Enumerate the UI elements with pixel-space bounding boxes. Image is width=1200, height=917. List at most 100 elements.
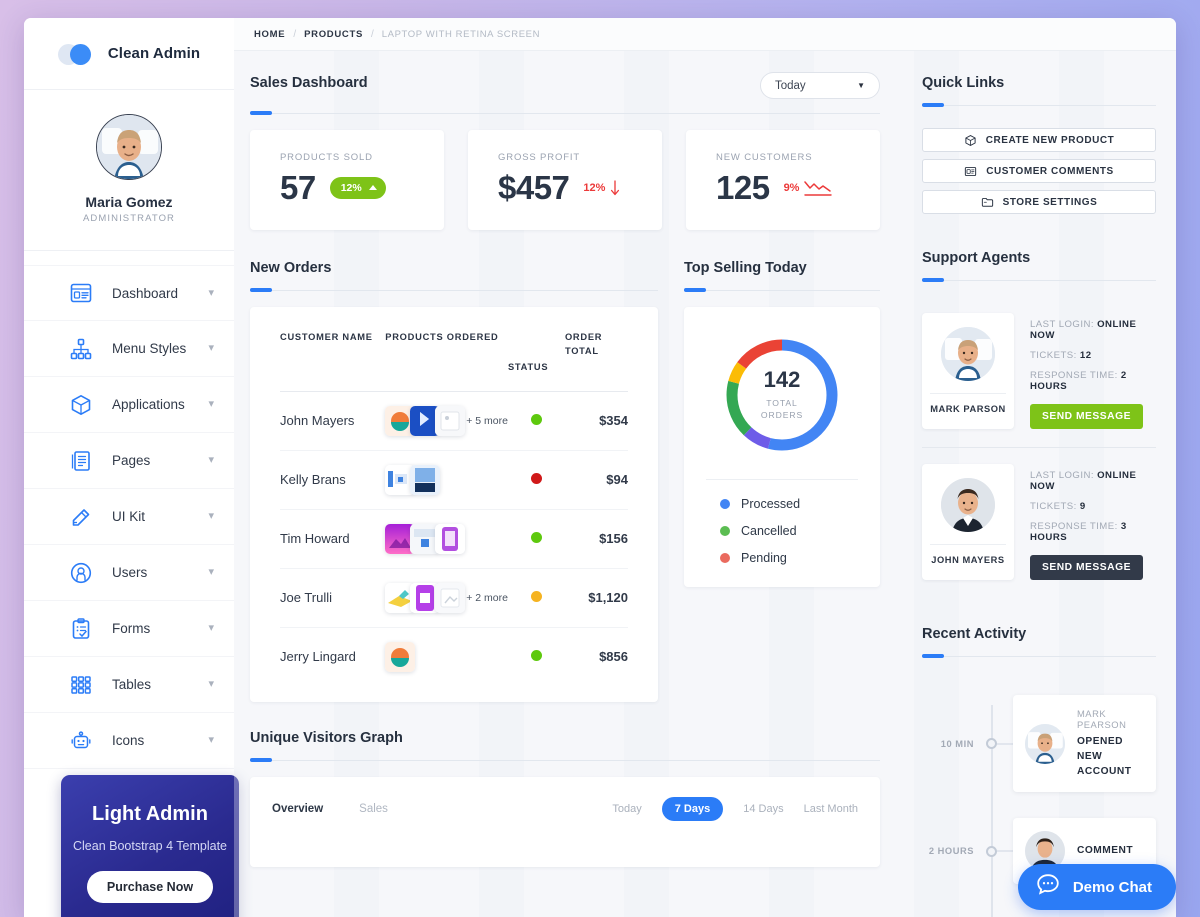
tab-last-month[interactable]: Last Month	[804, 803, 858, 815]
activity-item[interactable]: 10 MIN	[922, 695, 1156, 792]
button-label: CUSTOMER COMMENTS	[986, 166, 1114, 177]
legend-item-cancelled: Cancelled	[702, 524, 862, 538]
section-title: New Orders	[250, 260, 658, 276]
divider	[706, 479, 858, 480]
product-thumb-icon	[435, 583, 465, 613]
tab-today[interactable]: Today	[612, 803, 641, 815]
purchase-now-button[interactable]: Purchase Now	[87, 871, 213, 903]
product-thumb-icon	[385, 642, 415, 672]
user-profile: Maria Gomez ADMINISTRATOR	[24, 90, 234, 251]
brand-name: Clean Admin	[108, 45, 200, 62]
promo-title: Light Admin	[61, 803, 239, 826]
chevron-down-icon[interactable]: ▾	[208, 679, 214, 690]
breadcrumb-item-products[interactable]: PRODUCTS	[304, 29, 363, 40]
section-title: Recent Activity	[922, 626, 1156, 642]
dashboard-icon	[68, 280, 94, 306]
grid-icon	[68, 672, 94, 698]
chevron-down-icon[interactable]: ▾	[208, 399, 214, 410]
sidebar-nav: Dashboard ▾ Menu Styles ▾	[24, 251, 234, 769]
activity-time: 10 MIN	[922, 739, 974, 749]
unique-visitors-section: Unique Visitors Graph Overview Sales Tod…	[250, 730, 880, 867]
cell-customer-name: Joe Trulli	[280, 568, 385, 627]
send-message-button[interactable]: SEND MESSAGE	[1030, 404, 1143, 429]
chevron-down-icon[interactable]: ▾	[208, 455, 214, 466]
agent-last-login: LAST LOGIN: ONLINE NOW	[1030, 470, 1156, 492]
sidebar-item-users[interactable]: Users ▾	[24, 545, 234, 601]
orders-table: CUSTOMER NAME PRODUCTS ORDERED STATUS OR…	[280, 331, 628, 686]
kpi-delta-text: 12%	[583, 182, 605, 194]
sidebar-item-icons[interactable]: Icons ▾	[24, 713, 234, 769]
chevron-down-icon[interactable]: ▾	[208, 735, 214, 746]
breadcrumb-item-current: LAPTOP WITH RETINA SCREEN	[382, 29, 540, 40]
chevron-down-icon[interactable]: ▾	[208, 567, 214, 578]
sidebar-item-label: Pages	[112, 453, 208, 468]
table-row[interactable]: Tim Howard	[280, 509, 628, 568]
product-thumb-icon	[435, 524, 465, 554]
user-circle-icon	[68, 560, 94, 586]
timeline-connector	[997, 850, 1013, 852]
avatar	[941, 478, 995, 532]
tab-7-days[interactable]: 7 Days	[662, 797, 723, 821]
sidebar-item-pages[interactable]: Pages ▾	[24, 433, 234, 489]
box-icon	[964, 134, 977, 147]
brand[interactable]: Clean Admin	[24, 18, 234, 90]
activity-time: 2 HOURS	[922, 846, 974, 856]
table-row[interactable]: Joe Trulli	[280, 568, 628, 627]
customer-comments-button[interactable]: CUSTOMER COMMENTS	[922, 159, 1156, 183]
sidebar-item-forms[interactable]: Forms ▾	[24, 601, 234, 657]
sidebar-item-label: Applications	[112, 397, 208, 412]
create-new-product-button[interactable]: CREATE NEW PRODUCT	[922, 128, 1156, 152]
sidebar-item-label: Menu Styles	[112, 341, 208, 356]
table-row[interactable]: Kelly Brans	[280, 450, 628, 509]
section-title: Unique Visitors Graph	[250, 730, 880, 746]
product-thumbs: + 5 more	[385, 406, 508, 436]
tab-overview[interactable]: Overview	[272, 803, 323, 815]
table-row[interactable]: Jerry Lingard	[280, 627, 628, 686]
chevron-down-icon[interactable]: ▾	[208, 343, 214, 354]
agent-name: JOHN MAYERS	[930, 544, 1006, 576]
product-thumbs	[385, 524, 508, 554]
agent-card[interactable]: MARK PARSON	[922, 313, 1014, 429]
demo-chat-button[interactable]: Demo Chat	[1018, 864, 1176, 910]
tab-sales[interactable]: Sales	[359, 803, 388, 815]
activity-text: OPENED NEW ACCOUNT	[1077, 735, 1142, 779]
store-settings-button[interactable]: STORE SETTINGS	[922, 190, 1156, 214]
chevron-down-icon[interactable]: ▾	[208, 511, 214, 522]
profile-role: ADMINISTRATOR	[24, 213, 234, 224]
breadcrumb-item-home[interactable]: HOME	[254, 29, 285, 40]
kpi-card-products-sold: PRODUCTS SOLD 57 12%	[250, 130, 444, 230]
chevron-down-icon[interactable]: ▾	[208, 623, 214, 634]
sidebar-item-tables[interactable]: Tables ▾	[24, 657, 234, 713]
table-row[interactable]: John Mayers	[280, 391, 628, 450]
title-underline	[250, 113, 880, 114]
avatar-photo-icon	[1025, 724, 1065, 764]
visitors-header: Unique Visitors Graph	[250, 730, 880, 761]
donut-chart: 142 TOTAL ORDERS	[720, 333, 844, 457]
content-area: HOME / PRODUCTS / LAPTOP WITH RETINA SCR…	[234, 18, 1176, 917]
col-order-total: ORDER TOTAL	[565, 331, 628, 391]
box-icon	[68, 392, 94, 418]
date-range-select[interactable]: Today ▼	[760, 72, 880, 99]
activity-timeline: 10 MIN	[922, 673, 1156, 884]
activity-card[interactable]: MARK PEARSON OPENED NEW ACCOUNT	[1013, 695, 1156, 792]
timeline-node-icon	[986, 846, 997, 857]
new-orders-header: New Orders	[250, 260, 658, 291]
sidebar-item-label: Users	[112, 565, 208, 580]
arrow-down-icon	[610, 180, 620, 196]
sidebar-item-ui-kit[interactable]: UI Kit ▾	[24, 489, 234, 545]
agent-card[interactable]: JOHN MAYERS	[922, 464, 1014, 580]
section-title: Quick Links	[922, 75, 1156, 91]
tab-14-days[interactable]: 14 Days	[743, 803, 783, 815]
cell-order-total: $1,120	[565, 568, 628, 627]
new-orders-section: New Orders CUSTOMER NAME PRODUCTS ORDERE…	[250, 260, 658, 702]
sidebar-item-dashboard[interactable]: Dashboard ▾	[24, 265, 234, 321]
cell-order-total: $156	[565, 509, 628, 568]
send-message-button[interactable]: SEND MESSAGE	[1030, 555, 1143, 580]
legend-color-swatch	[720, 526, 730, 536]
avatar	[1025, 724, 1065, 764]
sidebar-item-label: Tables	[112, 677, 208, 692]
sidebar-item-label: Icons	[112, 733, 208, 748]
sidebar-item-applications[interactable]: Applications ▾	[24, 377, 234, 433]
sidebar-item-menu-styles[interactable]: Menu Styles ▾	[24, 321, 234, 377]
chevron-down-icon[interactable]: ▾	[208, 288, 214, 299]
